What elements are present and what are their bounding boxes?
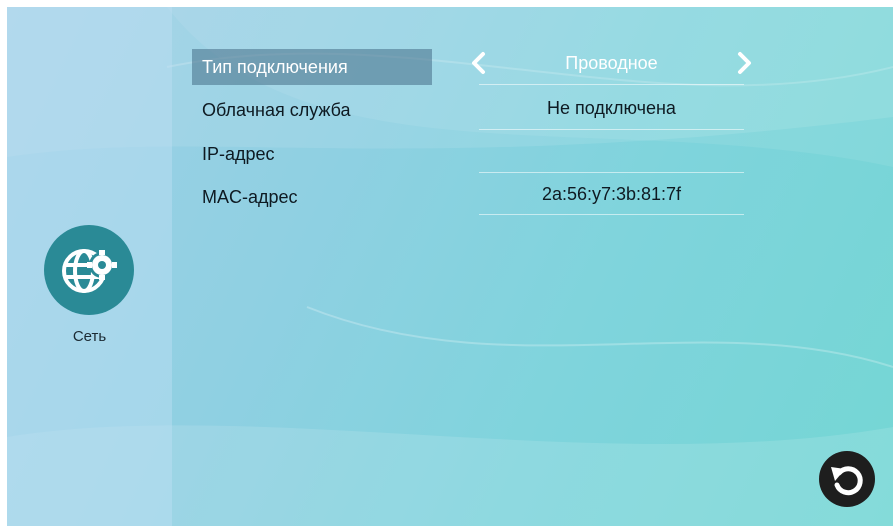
chevron-right-icon[interactable] <box>734 50 754 76</box>
mac-address-label[interactable]: MAC-адрес <box>192 179 432 215</box>
back-button[interactable] <box>819 451 875 507</box>
divider <box>479 172 744 173</box>
connection-type-label[interactable]: Тип подключения <box>192 49 432 85</box>
undo-arrow-icon <box>831 466 863 496</box>
settings-screen: Сеть Тип подключения Облачная служба IP-… <box>7 7 893 526</box>
network-settings-icon[interactable] <box>44 225 134 315</box>
divider <box>479 214 744 215</box>
cloud-service-label[interactable]: Облачная служба <box>192 92 432 128</box>
divider <box>479 129 744 130</box>
divider <box>479 84 744 85</box>
sidebar: Сеть <box>7 7 172 526</box>
sidebar-item-network-label[interactable]: Сеть <box>7 328 172 345</box>
connection-type-value: Проводное <box>565 53 658 73</box>
cloud-service-value: Не подключена <box>547 98 676 118</box>
ip-address-label[interactable]: IP-адрес <box>192 136 432 172</box>
mac-address-value: 2a:56:y7:3b:81:7f <box>541 184 682 204</box>
